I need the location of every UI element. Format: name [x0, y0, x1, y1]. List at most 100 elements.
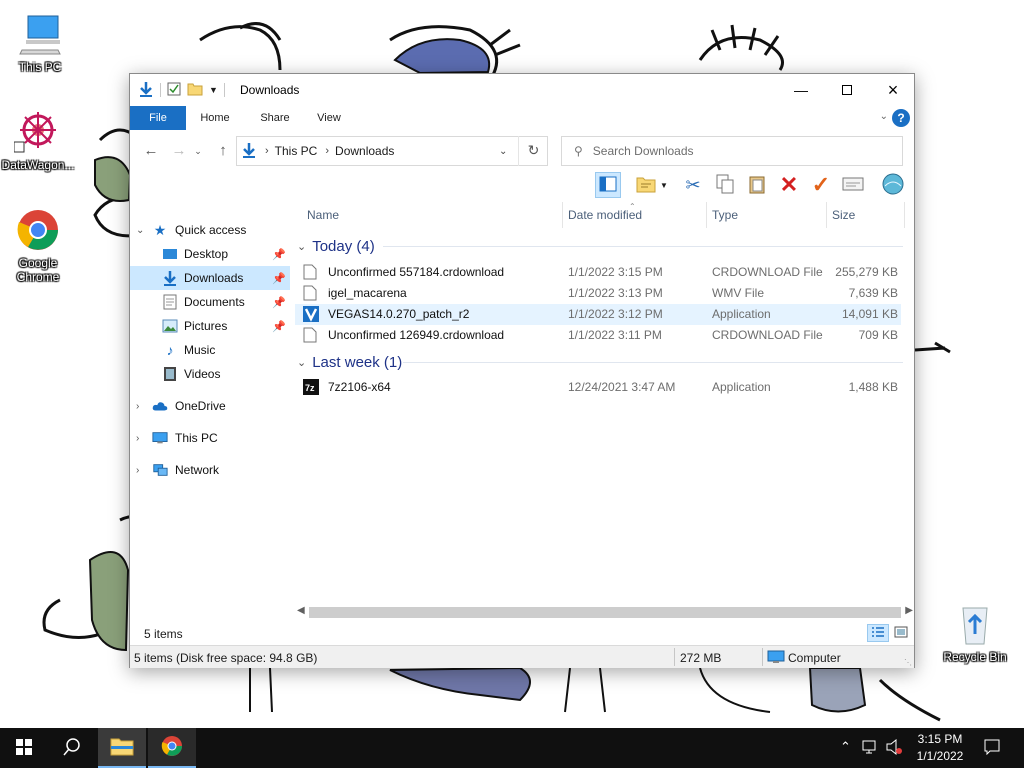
start-button[interactable]: [0, 728, 48, 768]
group-label: Today (4): [312, 237, 375, 255]
maximize-button[interactable]: [824, 74, 870, 106]
chevron-right-icon[interactable]: ›: [136, 401, 139, 412]
delete-button[interactable]: ✕: [776, 172, 802, 198]
nav-quick-access[interactable]: ⌄ ★ Quick access: [130, 218, 290, 242]
help-button[interactable]: ?: [892, 109, 910, 127]
column-divider[interactable]: [706, 202, 707, 228]
file-row[interactable]: Unconfirmed 557184.crdownload 1/1/2022 3…: [295, 262, 901, 283]
file-date: 1/1/2022 3:12 PM: [568, 307, 663, 321]
search-box[interactable]: ⚲ Search Downloads: [561, 136, 903, 166]
nav-videos[interactable]: Videos: [130, 362, 290, 386]
minimize-button[interactable]: —: [778, 74, 824, 106]
network-globe-button[interactable]: [880, 172, 906, 198]
nav-this-pc[interactable]: › This PC: [130, 426, 290, 450]
nav-onedrive[interactable]: › OneDrive: [130, 394, 290, 418]
properties-button[interactable]: [840, 172, 866, 198]
column-header-type[interactable]: Type: [712, 208, 738, 222]
chevron-right-icon[interactable]: ›: [136, 433, 139, 444]
paste-button[interactable]: [744, 172, 770, 198]
scrollbar-thumb[interactable]: [309, 607, 901, 618]
chevron-down-icon[interactable]: ⌄: [136, 225, 144, 236]
search-button[interactable]: [48, 728, 96, 768]
refresh-icon: ↻: [527, 142, 540, 158]
this-pc-icon: [16, 10, 64, 58]
clock-time: 3:15 PM: [917, 732, 963, 746]
download-arrow-icon: [138, 81, 154, 100]
recent-locations-button[interactable]: ⌄: [192, 142, 204, 160]
column-divider[interactable]: [904, 202, 905, 228]
new-folder-dropdown[interactable]: ▼: [658, 172, 670, 198]
new-folder-icon[interactable]: [187, 82, 203, 99]
chevron-down-icon: ⌄: [194, 146, 202, 156]
volume-muted-icon[interactable]: [886, 738, 904, 758]
properties-icon[interactable]: [167, 82, 181, 99]
file-name: Unconfirmed 557184.crdownload: [328, 265, 505, 279]
nav-label: Music: [184, 343, 216, 357]
nav-documents[interactable]: Documents 📌: [130, 290, 290, 314]
group-header-last-week[interactable]: ⌄ Last week (1): [297, 352, 402, 372]
system-clock[interactable]: 3:15 PM 1/1/2022: [910, 731, 970, 765]
pin-icon: 📌: [272, 320, 286, 333]
file-row[interactable]: Unconfirmed 126949.crdownload 1/1/2022 3…: [295, 325, 901, 346]
large-icons-view-icon: [894, 626, 908, 641]
nav-label: Documents: [184, 295, 245, 309]
details-view-button[interactable]: [867, 624, 889, 642]
close-button[interactable]: ×: [870, 74, 916, 106]
tab-view[interactable]: View: [306, 106, 352, 130]
expand-ribbon-chevron-icon[interactable]: ⌄: [880, 111, 888, 122]
customize-qat-chevron-icon[interactable]: ▼: [209, 85, 218, 95]
column-header-date[interactable]: Date modified: [568, 208, 642, 222]
tab-file[interactable]: File: [130, 106, 186, 130]
file-explorer-window: ▼ Downloads — × File Home Share View ⌄ ?…: [129, 73, 915, 668]
show-hidden-icons-chevron-icon[interactable]: ⌃: [840, 739, 851, 755]
tab-share[interactable]: Share: [250, 106, 300, 130]
refresh-button[interactable]: ↻: [518, 136, 548, 166]
column-divider[interactable]: [562, 202, 563, 228]
scroll-left-icon[interactable]: ◀: [297, 605, 305, 616]
file-row[interactable]: igel_macarena 1/1/2022 3:13 PM WMV File …: [295, 283, 901, 304]
tab-home[interactable]: Home: [190, 106, 240, 130]
desktop-icon-datawagon[interactable]: DataWagon...: [0, 108, 76, 172]
file-row[interactable]: 7z 7z2106-x64 12/24/2021 3:47 AM Applica…: [295, 377, 901, 398]
file-row[interactable]: VEGAS14.0.270_patch_r2 1/1/2022 3:12 PM …: [295, 304, 901, 325]
file-size: 14,091 KB: [841, 307, 898, 321]
back-button[interactable]: ←: [140, 142, 162, 160]
cut-button[interactable]: ✂: [680, 172, 706, 198]
taskbar-chrome[interactable]: [148, 728, 196, 768]
forward-button[interactable]: →: [168, 142, 190, 160]
column-header-size[interactable]: Size: [832, 208, 855, 222]
rename-check-button[interactable]: ✓: [808, 172, 834, 198]
address-field[interactable]: › This PC › Downloads ⌄: [236, 136, 548, 166]
taskbar-file-explorer[interactable]: [98, 728, 146, 768]
desktop-icon-recycle-bin[interactable]: Recycle Bin: [937, 600, 1013, 664]
scroll-right-icon[interactable]: ▶: [905, 605, 913, 616]
nav-desktop[interactable]: Desktop 📌: [130, 242, 290, 266]
large-icons-view-button[interactable]: [890, 624, 912, 642]
group-label: Last week (1): [312, 353, 403, 371]
preview-pane-button[interactable]: [595, 172, 621, 198]
column-divider[interactable]: [826, 202, 827, 228]
nav-network[interactable]: › Network: [130, 458, 290, 482]
chevron-right-icon[interactable]: ›: [136, 465, 139, 476]
breadcrumb-separator-icon: ›: [265, 145, 269, 157]
file-explorer-icon: [110, 736, 134, 759]
horizontal-scrollbar[interactable]: ◀ ▶: [295, 604, 915, 621]
nav-downloads[interactable]: Downloads 📌: [130, 266, 290, 290]
group-header-today[interactable]: ⌄ Today (4): [297, 236, 375, 256]
column-header-name[interactable]: Name: [307, 208, 339, 222]
title-bar[interactable]: ▼ Downloads — ×: [130, 74, 914, 106]
copy-button[interactable]: [712, 172, 738, 198]
breadcrumb-this-pc[interactable]: This PC: [275, 144, 318, 158]
desktop-icon-this-pc[interactable]: This PC: [2, 10, 78, 74]
address-history-chevron-icon[interactable]: ⌄: [499, 146, 507, 157]
nav-pictures[interactable]: Pictures 📌: [130, 314, 290, 338]
action-center-icon[interactable]: [984, 739, 1000, 758]
nav-music[interactable]: ♪ Music: [130, 338, 290, 362]
new-folder-button[interactable]: [633, 172, 659, 198]
desktop-icon-chrome[interactable]: Google Chrome: [0, 206, 76, 284]
up-button[interactable]: ↑: [212, 142, 234, 160]
breadcrumb-downloads[interactable]: Downloads: [335, 144, 394, 158]
network-tray-icon[interactable]: [862, 739, 880, 758]
resize-grip-icon[interactable]: ⋱: [904, 658, 912, 667]
music-note-icon: ♪: [166, 342, 174, 358]
